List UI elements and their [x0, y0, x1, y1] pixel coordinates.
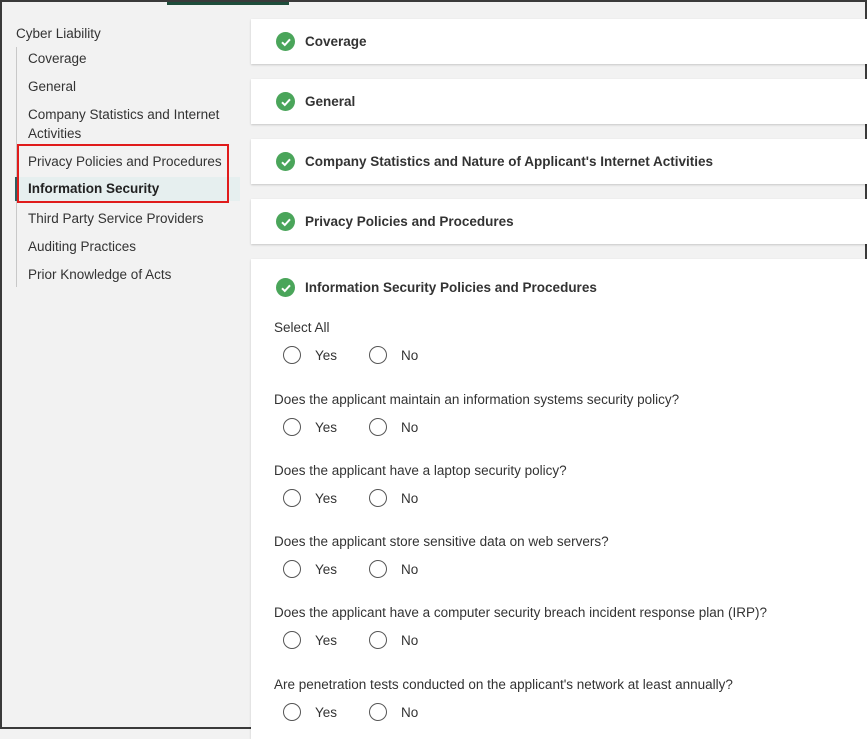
question-radio-group: Yes No	[283, 418, 450, 436]
section-coverage[interactable]: Coverage	[251, 19, 867, 64]
sidebar-nav: Cyber Liability Coverage General Company…	[2, 2, 245, 727]
section-header: General	[276, 92, 355, 111]
no-label: No	[401, 490, 419, 506]
sidebar-list: Coverage General Company Statistics and …	[15, 47, 243, 287]
section-title: Company Statistics and Nature of Applica…	[305, 154, 714, 169]
check-circle-icon	[276, 152, 295, 171]
section-title: Privacy Policies and Procedures	[305, 214, 514, 229]
question-text: Does the applicant have a computer secur…	[274, 605, 768, 620]
question-text: Are penetration tests conducted on the a…	[274, 677, 733, 692]
sidebar-item-information-security[interactable]: Information Security	[15, 177, 240, 201]
yes-label: Yes	[315, 704, 338, 720]
question-text: Does the applicant maintain an informati…	[274, 392, 680, 407]
yes-radio[interactable]	[283, 560, 301, 578]
sidebar-item-coverage[interactable]: Coverage	[17, 49, 240, 68]
question-text: Does the applicant have a laptop securit…	[274, 463, 567, 478]
section-header[interactable]: Information Security Policies and Proced…	[276, 278, 597, 297]
yes-radio[interactable]	[283, 703, 301, 721]
question-radio-group: Yes No	[283, 703, 450, 721]
no-radio[interactable]	[369, 560, 388, 578]
no-radio[interactable]	[369, 346, 388, 364]
yes-label: Yes	[315, 632, 338, 648]
question-radio-group: Yes No	[283, 560, 450, 578]
section-title: General	[305, 94, 356, 109]
section-title: Information Security Policies and Proced…	[305, 280, 597, 295]
yes-label: Yes	[315, 561, 338, 577]
no-radio[interactable]	[369, 631, 388, 649]
select-all-radio-group: Yes No	[283, 346, 450, 364]
yes-label: Yes	[315, 419, 338, 435]
yes-radio[interactable]	[283, 489, 301, 507]
section-title: Coverage	[305, 34, 367, 49]
section-general[interactable]: General	[251, 79, 867, 124]
question-radio-group: Yes No	[283, 631, 450, 649]
no-label: No	[401, 419, 419, 435]
yes-label: Yes	[315, 347, 338, 363]
no-label: No	[401, 632, 419, 648]
section-header: Coverage	[276, 32, 367, 51]
sidebar-item-prior-knowledge[interactable]: Prior Knowledge of Acts	[17, 265, 240, 284]
select-all-label: Select All	[274, 320, 330, 335]
sidebar-item-privacy-policies[interactable]: Privacy Policies and Procedures	[17, 152, 240, 171]
check-circle-icon	[276, 212, 295, 231]
section-privacy-policies[interactable]: Privacy Policies and Procedures	[251, 199, 867, 244]
question-radio-group: Yes No	[283, 489, 450, 507]
yes-radio[interactable]	[283, 346, 301, 364]
sidebar-item-auditing[interactable]: Auditing Practices	[17, 237, 240, 256]
check-circle-icon	[276, 278, 295, 297]
no-radio[interactable]	[369, 418, 388, 436]
no-label: No	[401, 704, 419, 720]
check-circle-icon	[276, 92, 295, 111]
yes-label: Yes	[315, 490, 338, 506]
no-radio[interactable]	[369, 703, 388, 721]
section-header: Privacy Policies and Procedures	[276, 212, 514, 231]
check-circle-icon	[276, 32, 295, 51]
question-text: Does the applicant store sensitive data …	[274, 534, 609, 549]
no-label: No	[401, 561, 419, 577]
sidebar-item-third-party[interactable]: Third Party Service Providers	[17, 209, 240, 228]
no-label: No	[401, 347, 419, 363]
section-header: Company Statistics and Nature of Applica…	[276, 152, 713, 171]
yes-radio[interactable]	[283, 631, 301, 649]
section-information-security: Information Security Policies and Proced…	[251, 259, 867, 739]
yes-radio[interactable]	[283, 418, 301, 436]
sidebar-item-general[interactable]: General	[17, 77, 240, 96]
section-company-statistics[interactable]: Company Statistics and Nature of Applica…	[251, 139, 867, 184]
sidebar-title: Cyber Liability	[16, 26, 101, 41]
no-radio[interactable]	[369, 489, 388, 507]
sidebar-item-company-statistics[interactable]: Company Statistics and Internet Activiti…	[17, 105, 240, 143]
